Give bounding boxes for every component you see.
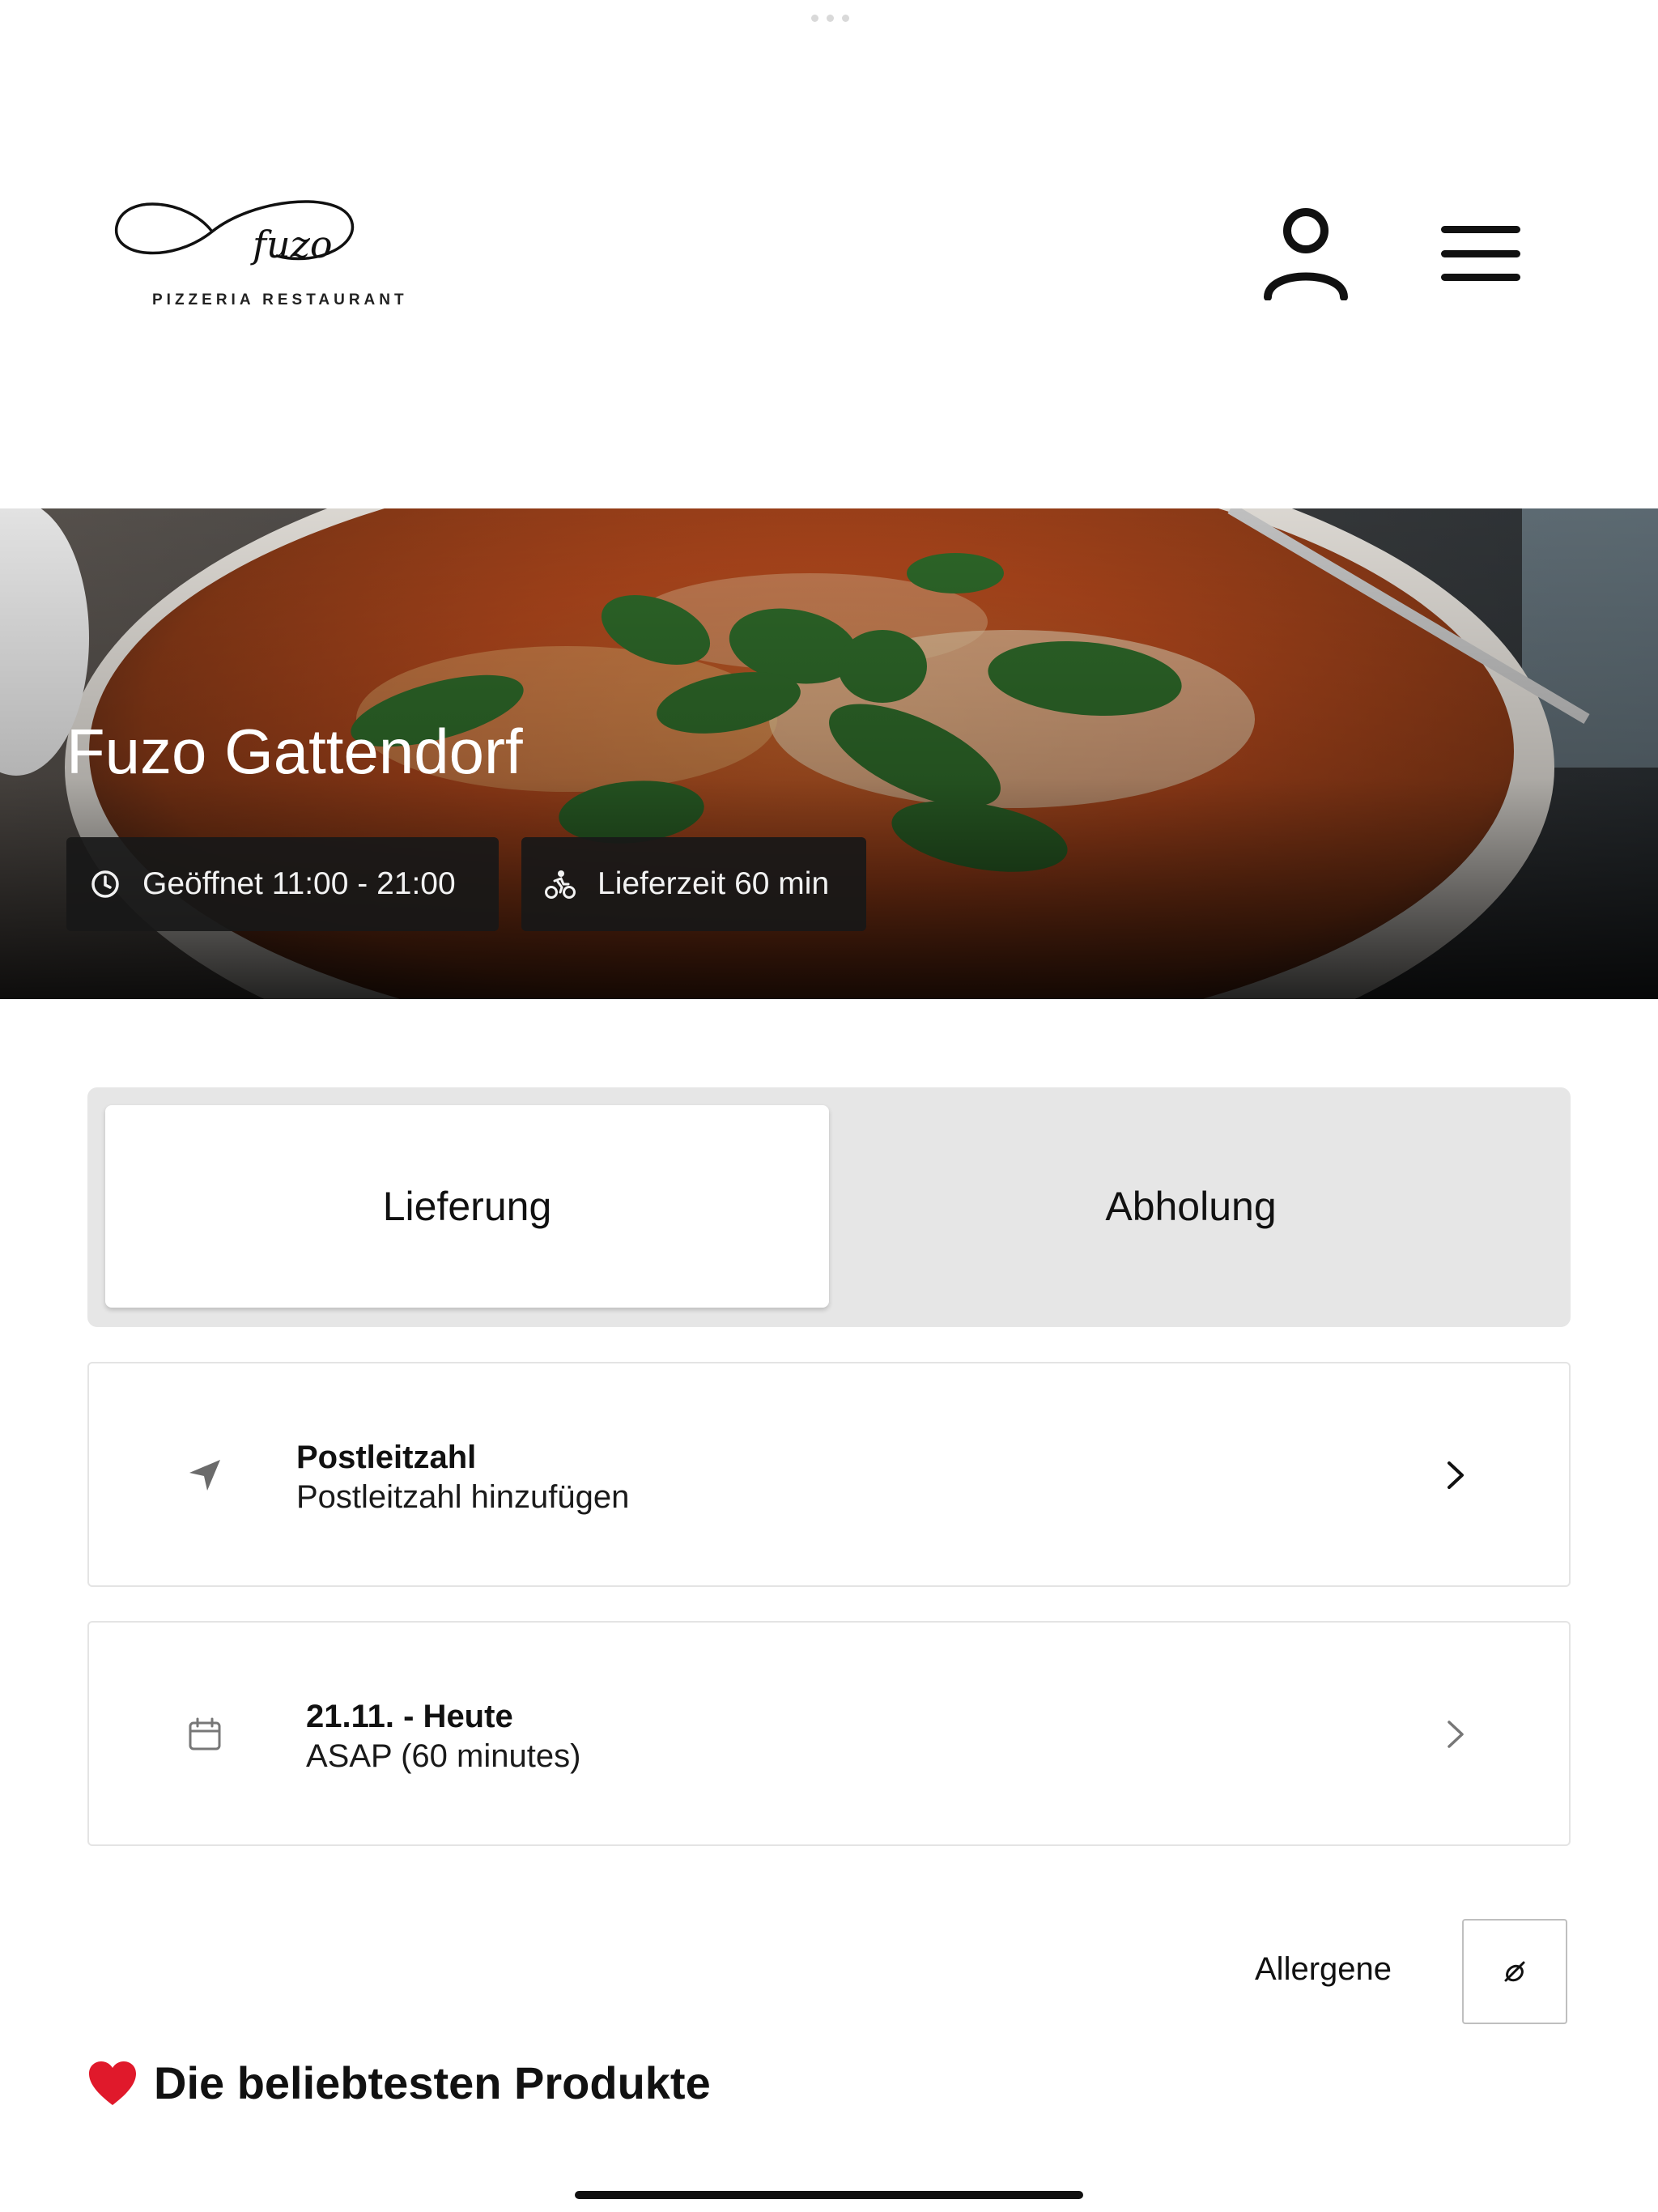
allergen-icon <box>1504 1961 1525 1982</box>
user-icon <box>1264 208 1348 300</box>
schedule-subtitle: ASAP (60 minutes) <box>306 1738 581 1774</box>
logo-subtitle: PIZZERIA RESTAURANT <box>152 291 408 308</box>
svg-text:fuzo: fuzo <box>250 223 333 266</box>
home-indicator[interactable] <box>575 2191 1083 2199</box>
opening-hours-text: Geöffnet 11:00 - 21:00 <box>142 866 456 901</box>
postcode-text: Postleitzahl Postleitzahl hinzufügen <box>296 1438 629 1517</box>
opening-hours-badge: Geöffnet 11:00 - 21:00 <box>66 837 499 931</box>
allergens-filter-button[interactable] <box>1462 1919 1567 2024</box>
calendar-icon <box>189 1717 221 1750</box>
tab-pickup[interactable]: Abholung <box>829 1105 1553 1308</box>
chevron-right-icon <box>1431 1451 1480 1499</box>
heart-icon <box>89 2061 136 2105</box>
order-mode-toggle: Lieferung Abholung <box>87 1087 1571 1327</box>
tab-delivery[interactable]: Lieferung <box>105 1105 829 1308</box>
restaurant-hero: Fuzo Gattendorf Geöffnet 11:00 - 21:00 L… <box>0 508 1658 999</box>
brand-logo[interactable]: fuzo PIZZERIA RESTAURANT <box>107 185 404 314</box>
clock-icon <box>91 870 119 898</box>
postcode-subtitle: Postleitzahl hinzufügen <box>296 1479 630 1515</box>
delivery-bike-icon <box>545 870 576 899</box>
location-arrow-icon <box>189 1460 220 1491</box>
postcode-title: Postleitzahl <box>296 1440 477 1475</box>
delivery-time-text: Lieferzeit 60 min <box>597 866 830 901</box>
infinity-logo-icon: fuzo <box>115 200 355 266</box>
chevron-right-icon <box>1431 1710 1480 1759</box>
allergens-label: Allergene <box>1255 1951 1392 1987</box>
popular-products-heading: Die beliebtesten Produkte <box>87 2057 711 2109</box>
menu-button[interactable] <box>1433 209 1530 298</box>
schedule-icon-wrap <box>178 1708 232 1761</box>
delivery-time-selector[interactable]: 21.11. - Heute ASAP (60 minutes) <box>87 1621 1571 1846</box>
hamburger-menu-icon <box>1441 226 1520 281</box>
postcode-icon-wrap <box>178 1448 232 1502</box>
postcode-selector[interactable]: Postleitzahl Postleitzahl hinzufügen <box>87 1362 1571 1587</box>
schedule-text: 21.11. - Heute ASAP (60 minutes) <box>306 1697 580 1776</box>
site-header: fuzo PIZZERIA RESTAURANT <box>0 0 1658 508</box>
account-button[interactable] <box>1255 202 1357 304</box>
section-title: Die beliebtesten Produkte <box>154 2057 711 2108</box>
restaurant-name: Fuzo Gattendorf <box>66 716 523 787</box>
schedule-title: 21.11. - Heute <box>306 1699 513 1734</box>
delivery-time-badge: Lieferzeit 60 min <box>521 837 866 931</box>
